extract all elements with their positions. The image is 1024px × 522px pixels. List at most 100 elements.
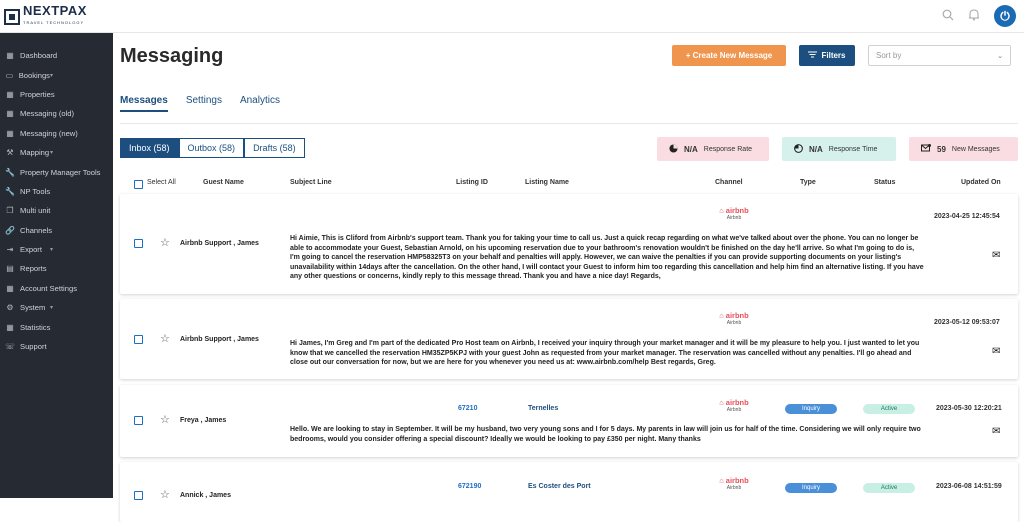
- channel-name: airbnb: [725, 206, 749, 215]
- sidebar-item-label: Support: [20, 342, 47, 352]
- row-checkbox[interactable]: [134, 491, 143, 500]
- tab-outbox[interactable]: Outbox (58): [178, 138, 245, 158]
- response-time-value: N/A: [809, 144, 823, 154]
- guest-name: Airbnb Support , James: [180, 240, 259, 247]
- listing-name[interactable]: Ternelles: [528, 405, 558, 412]
- tab-messages[interactable]: Messages: [120, 95, 168, 112]
- export-icon: ⇥: [6, 245, 14, 255]
- sidebar-item-properties[interactable]: ▦ Properties: [0, 85, 113, 104]
- sidebar-item-export[interactable]: ⇥ Export ▾: [0, 240, 113, 259]
- sidebar-item-reports[interactable]: ▤ Reports: [0, 259, 113, 278]
- envelope-icon[interactable]: ✉: [992, 250, 1000, 261]
- sidebar-item-mapping[interactable]: ⚒ Mapping ▾: [0, 143, 113, 162]
- updated-date: 2023-05-12 09:53:07: [934, 319, 1000, 326]
- channel-name: airbnb: [725, 311, 749, 320]
- response-time-label: Response Time: [828, 145, 878, 153]
- message-preview: Hi Aimie, This is Cliford from Airbnb's …: [290, 235, 924, 280]
- sidebar-item-messaging-new[interactable]: ▦ Messaging (new): [0, 124, 113, 143]
- message-icon: [921, 143, 931, 155]
- wrench-icon: 🔧: [5, 186, 15, 196]
- tab-analytics[interactable]: Analytics: [240, 95, 280, 112]
- nextpax-logo[interactable]: NEXTPAX TRAVEL TECHNOLOGY: [4, 4, 87, 28]
- envelope-icon[interactable]: ✉: [992, 346, 1000, 357]
- column-type[interactable]: Type: [800, 179, 816, 186]
- card-icon: ▭: [5, 70, 14, 80]
- column-guest-name[interactable]: Guest Name: [203, 179, 244, 186]
- sidebar-item-system[interactable]: ⚙ System ▾: [0, 298, 113, 317]
- row-checkbox[interactable]: [134, 239, 143, 248]
- column-channel[interactable]: Channel: [715, 179, 743, 186]
- report-icon: ▤: [6, 264, 14, 274]
- sidebar-item-dashboard[interactable]: ▦ Dashboard: [0, 46, 113, 65]
- listing-name[interactable]: Es Coster des Port: [528, 483, 591, 490]
- channel-sub: Airbnb: [726, 485, 742, 491]
- listing-id[interactable]: 672190: [458, 483, 481, 490]
- star-icon[interactable]: ☆: [160, 413, 170, 426]
- sidebar-item-label: System: [20, 303, 46, 313]
- chevron-down-icon: ▾: [49, 72, 53, 79]
- tab-settings[interactable]: Settings: [186, 95, 222, 112]
- tab-drafts[interactable]: Drafts (58): [244, 138, 305, 158]
- sidebar-item-statistics[interactable]: ▦ Statistics: [0, 317, 113, 336]
- tab-inbox[interactable]: Inbox (58): [120, 138, 179, 158]
- star-icon[interactable]: ☆: [160, 332, 170, 345]
- select-all-label: Select All: [147, 179, 176, 186]
- sidebar-item-label: Export: [20, 245, 42, 255]
- channel-sub: Airbnb: [726, 407, 742, 413]
- airbnb-icon: ⌂: [719, 476, 724, 485]
- star-icon[interactable]: ☆: [160, 236, 170, 249]
- new-messages-card: 59 New Messages: [909, 137, 1018, 161]
- table-row[interactable]: ☆ Airbnb Support , James ⌂ airbnb Airbnb …: [120, 194, 1018, 294]
- table-row[interactable]: ☆ Freya , James 67210 Ternelles ⌂ airbnb …: [120, 385, 1018, 457]
- column-updated-on[interactable]: Updated On: [961, 179, 1001, 186]
- type-badge: Inquiry: [785, 483, 837, 493]
- channel-badge: ⌂ airbnb Airbnb: [714, 476, 754, 491]
- sidebar-item-label: Statistics: [20, 322, 51, 332]
- bell-icon[interactable]: [968, 8, 980, 24]
- create-new-message-button[interactable]: + Create New Message: [672, 45, 786, 66]
- sidebar-item-account-settings[interactable]: ▦ Account Settings: [0, 279, 113, 298]
- column-subject-line[interactable]: Subject Line: [290, 179, 332, 186]
- power-icon[interactable]: ⏻: [994, 5, 1016, 27]
- sidebar-item-support[interactable]: ☏ Support: [0, 337, 113, 356]
- star-icon[interactable]: ☆: [160, 488, 170, 501]
- sidebar-item-property-manager-tools[interactable]: 🔧 Property Manager Tools: [0, 162, 113, 181]
- sidebar-item-messaging-old[interactable]: ▦ Messaging (old): [0, 104, 113, 123]
- sidebar-item-np-tools[interactable]: 🔧 NP Tools: [0, 182, 113, 201]
- column-listing-name[interactable]: Listing Name: [525, 179, 569, 186]
- filters-button[interactable]: Filters: [799, 45, 855, 66]
- channel-name: airbnb: [725, 398, 749, 407]
- channel-sub: Airbnb: [726, 215, 742, 221]
- table-row[interactable]: ☆ Airbnb Support , James ⌂ airbnb Airbnb …: [120, 299, 1018, 379]
- mapping-icon: ⚒: [6, 148, 14, 158]
- sidebar-item-multi-unit[interactable]: ❐ Multi unit: [0, 201, 113, 220]
- message-preview: Hi James, I'm Greg and I'm part of the d…: [290, 340, 920, 366]
- table-row[interactable]: ☆ Annick , James 672190 Es Coster des Po…: [120, 462, 1018, 522]
- grid-icon: ▦: [6, 128, 14, 138]
- response-time-card: N/A Response Time: [782, 137, 896, 161]
- sort-by-select[interactable]: Sort by ⌄: [868, 45, 1011, 66]
- row-checkbox[interactable]: [134, 416, 143, 425]
- updated-date: 2023-06-08 14:51:59: [936, 483, 1002, 490]
- table-header: Select All Guest Name Subject Line Listi…: [120, 177, 1018, 191]
- chevron-down-icon: ⌄: [997, 52, 1003, 60]
- channel-badge: ⌂ airbnb Airbnb: [714, 398, 754, 413]
- mailbox-tabs: Inbox (58) Outbox (58) Drafts (58): [120, 138, 305, 158]
- column-listing-id[interactable]: Listing ID: [456, 179, 488, 186]
- sidebar-item-channels[interactable]: 🔗 Channels: [0, 221, 113, 240]
- copy-icon: ❐: [6, 206, 14, 216]
- listing-id[interactable]: 67210: [458, 405, 477, 412]
- select-all-checkbox[interactable]: [134, 180, 143, 189]
- divider: [120, 123, 1018, 124]
- link-icon: 🔗: [5, 225, 15, 235]
- envelope-icon[interactable]: ✉: [992, 426, 1000, 437]
- row-checkbox[interactable]: [134, 335, 143, 344]
- sidebar-item-label: Multi unit: [20, 206, 51, 216]
- filter-icon: [808, 51, 818, 60]
- column-status[interactable]: Status: [874, 179, 895, 186]
- airbnb-icon: ⌂: [719, 398, 724, 407]
- channel-badge: ⌂ airbnb Airbnb: [714, 311, 754, 326]
- sidebar-item-bookings[interactable]: ▭ Bookings ▾: [0, 65, 113, 84]
- sidebar-item-label: NP Tools: [20, 186, 51, 196]
- search-icon[interactable]: [942, 9, 954, 24]
